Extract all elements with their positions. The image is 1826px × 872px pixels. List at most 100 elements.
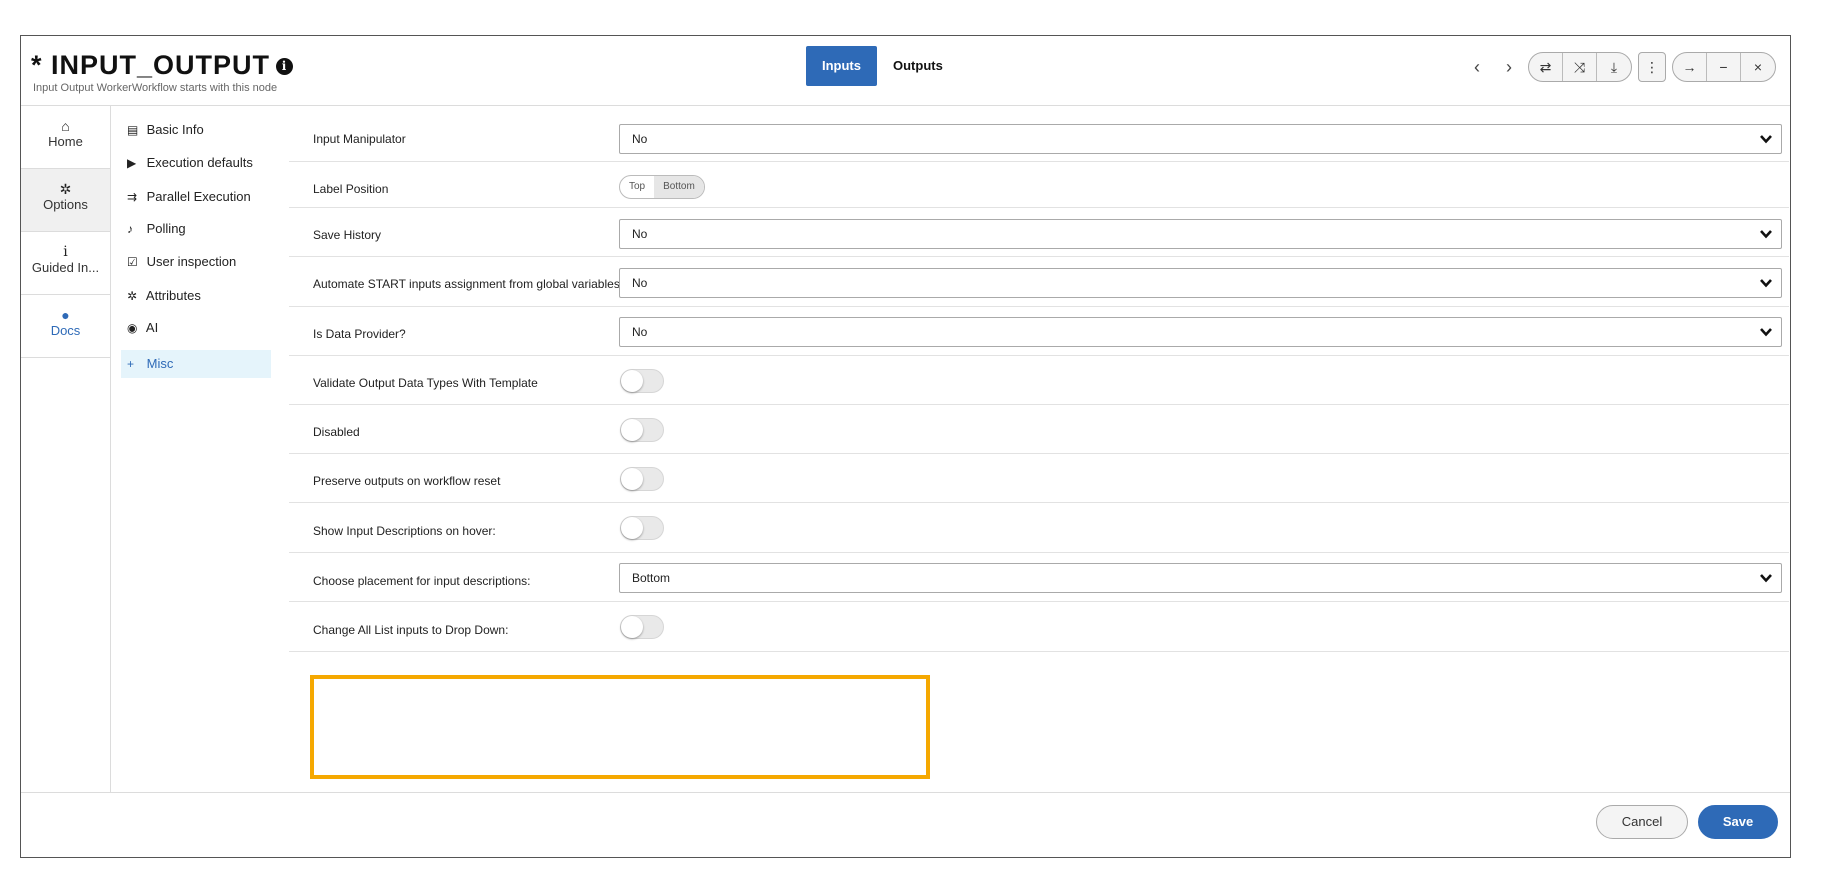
chevron-down-icon: [1760, 230, 1772, 239]
label-position-bottom[interactable]: Bottom: [654, 176, 704, 198]
dialog-header: * INPUT_OUTPUT i Input Output WorkerWorkf…: [21, 36, 1790, 106]
preserve-outputs-switch[interactable]: [620, 467, 664, 491]
submenu-item-label: Attributes: [145, 288, 201, 303]
setting-label: Change All List inputs to Drop Down:: [313, 623, 509, 637]
page-subtitle: Input Output WorkerWorkflow starts with …: [33, 82, 278, 94]
info-icon: i: [63, 244, 68, 260]
nav-item-home[interactable]: ⌂ Home: [21, 106, 110, 169]
setting-row-placement: Choose placement for input descriptions:…: [289, 553, 1789, 602]
shuffle-icon[interactable]: ⤨: [1563, 53, 1597, 81]
submenu-item-label: AI: [145, 320, 159, 335]
nav-item-label: Options: [43, 197, 88, 212]
home-icon: ⌂: [61, 118, 70, 134]
options-submenu: ▤ Basic Info ▶ Execution defaults ⇉ Para…: [111, 106, 279, 792]
tab-inputs[interactable]: Inputs: [806, 46, 877, 86]
header-toolbar: ‹ › ⇄ ⤨ ⤓ ⋮ → − ×: [1464, 52, 1776, 82]
submenu-item-attributes[interactable]: ✲ Attributes: [121, 282, 271, 310]
tab-bar: Inputs Outputs: [806, 46, 959, 86]
gear-icon: ✲: [59, 181, 72, 197]
chevron-down-icon: [1760, 574, 1772, 583]
swap-icon[interactable]: ⇄: [1529, 53, 1563, 81]
setting-row-is-data-provider: Is Data Provider? No: [289, 307, 1789, 356]
setting-row-preserve-outputs: Preserve outputs on workflow reset: [289, 454, 1789, 503]
is-data-provider-select[interactable]: No: [619, 317, 1782, 347]
nav-item-label: Home: [48, 134, 83, 149]
chevron-down-icon: [1760, 135, 1772, 144]
change-list-switch[interactable]: [620, 615, 664, 639]
submenu-item-user-inspection[interactable]: ☑ User inspection: [121, 248, 271, 276]
close-icon[interactable]: ×: [1741, 53, 1775, 81]
setting-row-disabled: Disabled: [289, 405, 1789, 454]
select-value: No: [632, 227, 648, 241]
automate-start-select[interactable]: No: [619, 268, 1782, 298]
save-history-select[interactable]: No: [619, 219, 1782, 249]
submenu-item-ai[interactable]: ◉ AI: [121, 314, 271, 342]
tool-group-actions: ⇄ ⤨ ⤓: [1528, 52, 1632, 82]
submenu-item-parallel-execution[interactable]: ⇉ Parallel Execution: [121, 183, 271, 211]
page-title: * INPUT_OUTPUT i: [31, 50, 294, 81]
chevron-down-icon: [1760, 279, 1772, 288]
submenu-item-label: Polling: [146, 221, 186, 236]
download-icon[interactable]: ⤓: [1597, 53, 1631, 81]
arrow-right-icon[interactable]: →: [1673, 53, 1707, 81]
prev-icon[interactable]: ‹: [1464, 52, 1490, 82]
setting-row-show-descriptions: Show Input Descriptions on hover:: [289, 503, 1789, 553]
setting-label: Is Data Provider?: [313, 327, 406, 341]
checkbox-icon: ☑: [127, 255, 138, 269]
setting-row-label-position: Label Position Top Bottom: [289, 162, 1789, 208]
setting-label: Choose placement for input descriptions:: [313, 574, 531, 588]
chevron-down-icon: [1760, 328, 1772, 337]
setting-label: Save History: [313, 228, 382, 242]
select-value: No: [632, 325, 648, 339]
disabled-switch[interactable]: [620, 418, 664, 442]
submenu-item-label: Execution defaults: [146, 155, 253, 170]
nav-item-docs[interactable]: ● Docs: [21, 295, 110, 358]
select-value: No: [632, 276, 648, 290]
minimize-icon[interactable]: −: [1707, 53, 1741, 81]
submenu-item-label: Parallel Execution: [146, 189, 251, 204]
submenu-item-execution-defaults[interactable]: ▶ Execution defaults: [121, 149, 271, 177]
label-position-top[interactable]: Top: [620, 176, 654, 198]
select-value: No: [632, 132, 648, 146]
submenu-item-basic-info[interactable]: ▤ Basic Info: [121, 116, 271, 144]
submenu-item-misc[interactable]: + Misc: [121, 350, 271, 378]
next-icon[interactable]: ›: [1496, 52, 1522, 82]
info-icon[interactable]: i: [276, 58, 294, 75]
setting-label: Disabled: [313, 425, 360, 439]
plus-icon: +: [127, 357, 135, 371]
dialog-footer: Cancel Save: [21, 792, 1790, 858]
input-manipulator-select[interactable]: No: [619, 124, 1782, 154]
setting-row-input-manipulator: Input Manipulator No: [289, 106, 1789, 162]
setting-label: Preserve outputs on workflow reset: [313, 474, 501, 488]
setting-row-save-history: Save History No: [289, 208, 1789, 257]
setting-label: Label Position: [313, 182, 389, 196]
setting-row-validate-output: Validate Output Data Types With Template: [289, 356, 1789, 405]
submenu-item-label: User inspection: [146, 254, 237, 269]
microphone-icon: ♪: [127, 222, 133, 236]
submenu-item-polling[interactable]: ♪ Polling: [121, 215, 271, 243]
side-nav: ⌂ Home ✲ Options i Guided In... ● Docs: [21, 106, 111, 792]
parallel-icon: ⇉: [127, 190, 138, 204]
setting-row-automate-start: Automate START inputs assignment from gl…: [289, 257, 1789, 307]
highlight-box: [310, 675, 930, 779]
nav-item-label: Guided In...: [31, 260, 100, 275]
placement-select[interactable]: Bottom: [619, 563, 1782, 593]
id-card-icon: ▤: [127, 123, 139, 137]
validate-output-switch[interactable]: [620, 369, 664, 393]
save-button[interactable]: Save: [1698, 805, 1778, 839]
setting-label: Validate Output Data Types With Template: [313, 376, 538, 390]
show-descriptions-switch[interactable]: [620, 516, 664, 540]
setting-row-change-list: Change All List inputs to Drop Down:: [289, 602, 1789, 652]
tool-group-window: → − ×: [1672, 52, 1776, 82]
setting-label: Automate START inputs assignment from gl…: [313, 277, 620, 291]
nav-item-options[interactable]: ✲ Options: [21, 169, 110, 232]
play-circle-icon: ▶: [127, 156, 137, 170]
nav-item-label: Docs: [50, 323, 81, 338]
page-title-text: * INPUT_OUTPUT: [31, 50, 271, 80]
cancel-button[interactable]: Cancel: [1596, 805, 1688, 839]
setting-label: Input Manipulator: [313, 132, 406, 146]
tab-outputs[interactable]: Outputs: [877, 46, 959, 86]
select-value: Bottom: [632, 571, 671, 585]
nav-item-guided[interactable]: i Guided In...: [21, 232, 110, 295]
more-icon[interactable]: ⋮: [1638, 52, 1666, 82]
